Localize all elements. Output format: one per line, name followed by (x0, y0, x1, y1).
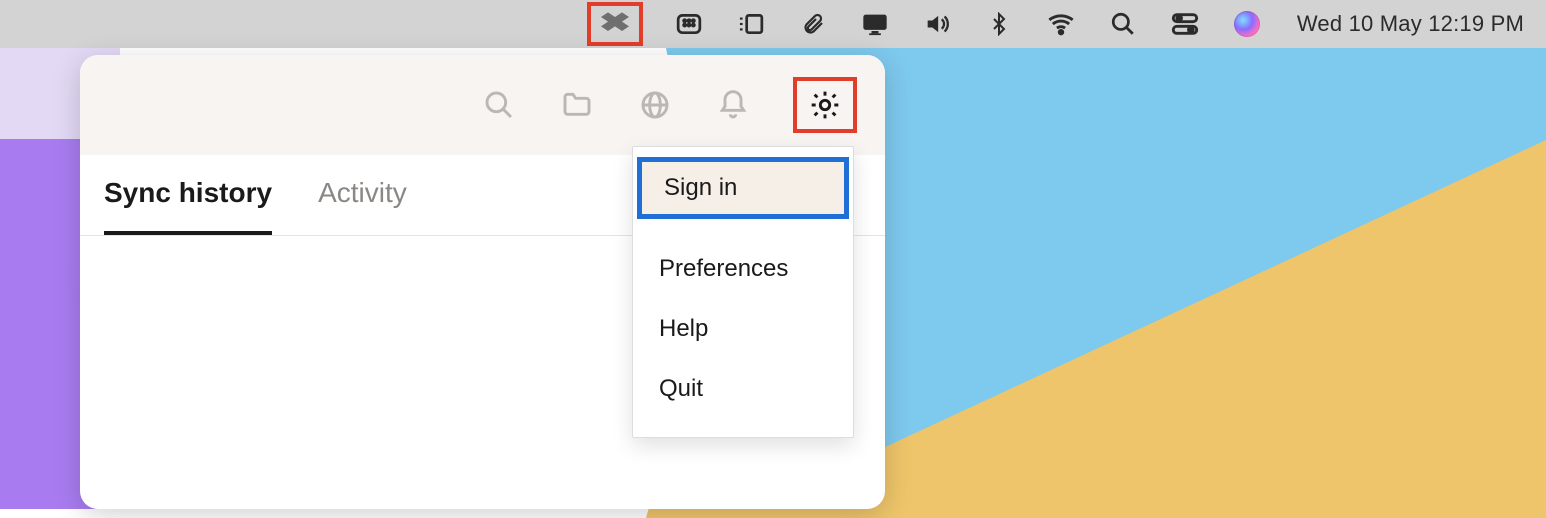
folder-icon[interactable] (559, 87, 595, 123)
gear-highlight (793, 77, 857, 133)
bluetooth-icon[interactable] (983, 8, 1015, 40)
wifi-icon[interactable] (1045, 8, 1077, 40)
panel-toolbar (80, 55, 885, 155)
settings-dropdown: Sign in Preferences Help Quit (632, 146, 854, 438)
siri-icon[interactable] (1231, 8, 1263, 40)
bell-icon[interactable] (715, 87, 751, 123)
spotlight-search-icon[interactable] (1107, 8, 1139, 40)
globe-icon[interactable] (637, 87, 673, 123)
search-icon[interactable] (481, 87, 517, 123)
tab-sync-history[interactable]: Sync history (104, 155, 272, 235)
gear-icon[interactable] (807, 87, 843, 123)
menubar-clock[interactable]: Wed 10 May 12:19 PM (1297, 11, 1524, 37)
display-icon[interactable] (859, 8, 891, 40)
dropdown-sign-in[interactable]: Sign in (637, 157, 849, 219)
control-center-icon[interactable] (1169, 8, 1201, 40)
macos-menubar: Wed 10 May 12:19 PM (0, 0, 1546, 48)
dropbox-icon[interactable] (599, 8, 631, 40)
paperclip-icon[interactable] (797, 8, 829, 40)
dropdown-quit[interactable]: Quit (633, 359, 853, 419)
dropdown-preferences[interactable]: Preferences (633, 239, 853, 299)
dropdown-help[interactable]: Help (633, 299, 853, 359)
stage-manager-icon[interactable] (735, 8, 767, 40)
keyboard-viewer-icon[interactable] (673, 8, 705, 40)
tab-activity[interactable]: Activity (318, 155, 407, 235)
volume-icon[interactable] (921, 8, 953, 40)
dropbox-menubar-highlight (587, 2, 643, 46)
